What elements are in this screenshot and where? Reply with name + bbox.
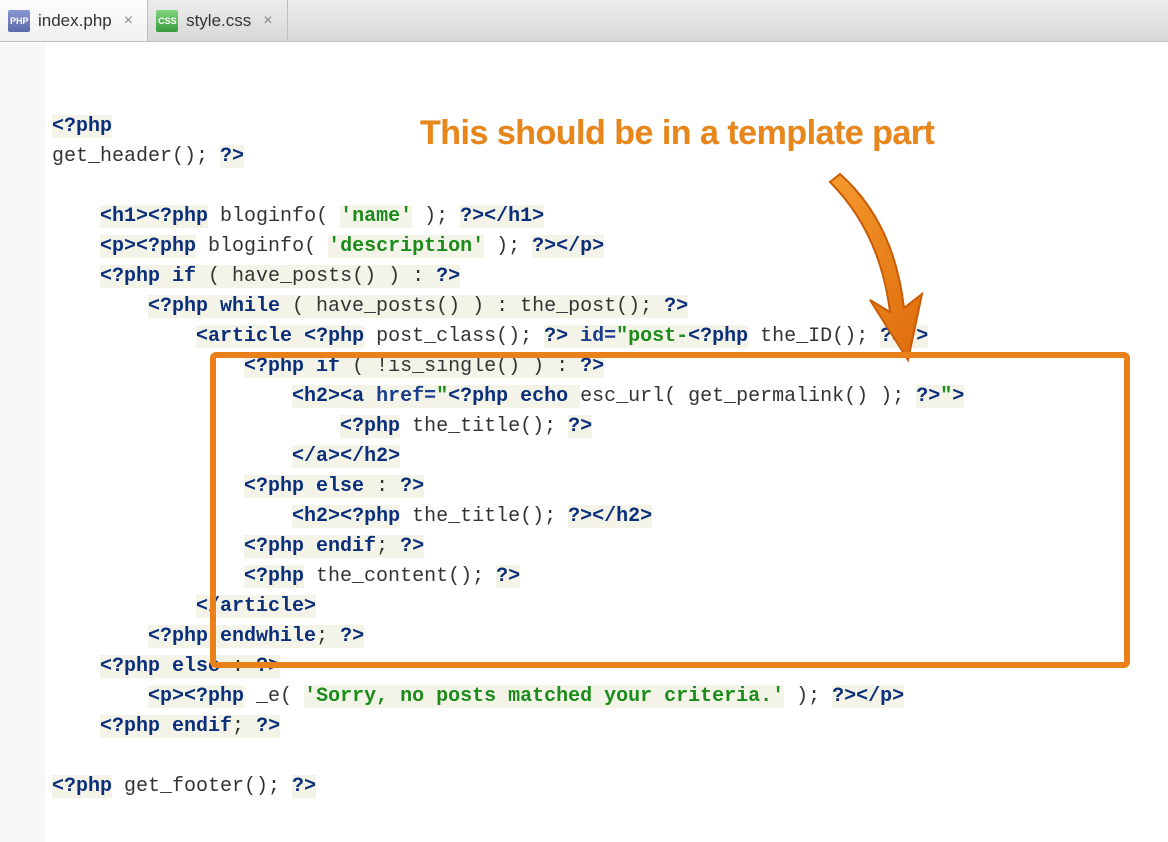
tab-bar: PHP index.php × CSS style.css ×: [0, 0, 1168, 42]
annotation-text: This should be in a template part: [420, 114, 934, 153]
css-file-icon: CSS: [156, 10, 178, 32]
tab-label: style.css: [186, 11, 251, 31]
tab-style-css[interactable]: CSS style.css ×: [148, 0, 288, 41]
php-file-icon: PHP: [8, 10, 30, 32]
tab-index-php[interactable]: PHP index.php ×: [0, 0, 148, 41]
code-content[interactable]: <?php get_header(); ?> <h1><?php bloginf…: [52, 112, 964, 802]
close-icon[interactable]: ×: [259, 12, 276, 30]
editor[interactable]: <?php get_header(); ?> <h1><?php bloginf…: [0, 42, 1168, 842]
gutter: [0, 42, 45, 842]
tab-label: index.php: [38, 11, 112, 31]
close-icon[interactable]: ×: [120, 12, 137, 30]
